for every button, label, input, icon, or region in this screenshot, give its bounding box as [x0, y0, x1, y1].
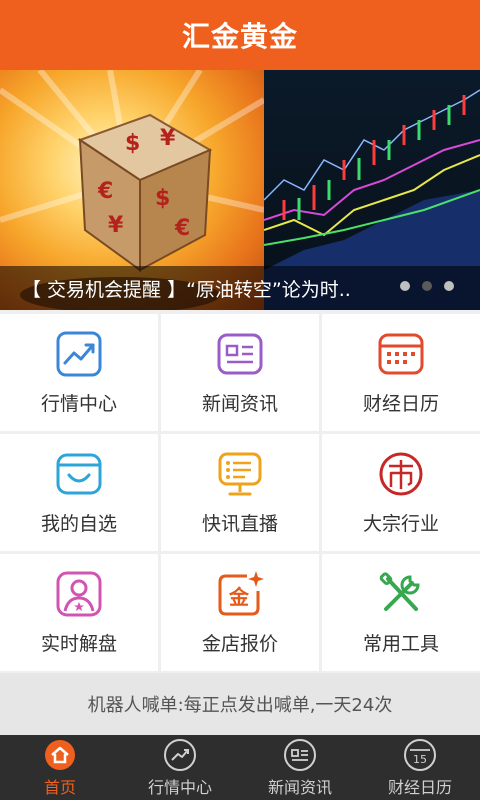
robot-signal-notice[interactable]: 机器人喊单:每正点发出喊单,一天24次: [0, 673, 480, 735]
gold-store-icon: 金: [218, 571, 264, 616]
grid-item-gold-store-price[interactable]: 金 金店报价: [161, 554, 319, 671]
grid-item-flash-news[interactable]: 快讯直播: [161, 434, 319, 551]
grid-item-my-watchlist[interactable]: 我的自选: [0, 434, 158, 551]
calendar-icon: [378, 333, 424, 375]
tab-label: 首页: [43, 777, 76, 797]
banner-caption-text[interactable]: 【 交易机会提醒 】“原油转空”论为时...: [0, 275, 352, 302]
grid-item-label: 新闻资讯: [201, 393, 278, 415]
bottom-tab-bar: 首页 行情中心 新闻资讯 15 财经日历: [0, 735, 480, 800]
grid-item-label: 常用工具: [362, 633, 439, 655]
tab-market-center[interactable]: 行情中心: [120, 735, 240, 800]
grid-item-live-analysis[interactable]: 实时解盘: [0, 554, 158, 671]
svg-text:$: $: [125, 131, 140, 156]
grid-item-market-center[interactable]: 行情中心: [0, 314, 158, 431]
tab-home[interactable]: 首页: [0, 735, 120, 800]
svg-text:¥: ¥: [108, 213, 124, 238]
carousel-dots: [400, 281, 454, 291]
tab-label: 行情中心: [147, 777, 212, 797]
app-header: 汇金黄金: [0, 0, 480, 70]
carousel-dot[interactable]: [400, 281, 410, 291]
grid-item-label: 财经日历: [362, 393, 439, 415]
grid-item-tools[interactable]: 常用工具: [322, 554, 480, 671]
app-title: 汇金黄金: [181, 20, 298, 53]
notice-text: 机器人喊单:每正点发出喊单,一天24次: [87, 695, 393, 716]
trend-chart-icon: [56, 331, 102, 377]
feature-grid: 行情中心 新闻资讯 财经日历 我的自选 快讯直播 大宗行业 实时解盘 金 金店报…: [0, 314, 480, 672]
tab-finance-calendar[interactable]: 15 财经日历: [360, 735, 480, 800]
carousel-dot-active[interactable]: [422, 281, 432, 291]
grid-item-label: 大宗行业: [362, 513, 439, 535]
tab-label: 财经日历: [387, 777, 452, 797]
grid-item-label: 实时解盘: [40, 633, 117, 655]
grid-item-label: 金店报价: [201, 633, 278, 655]
svg-text:€: €: [174, 216, 190, 241]
basket-icon: [56, 453, 102, 495]
calendar-15-icon: 15: [404, 738, 436, 771]
svg-text:€: €: [97, 179, 113, 204]
news-icon: [217, 333, 263, 375]
grid-item-calendar[interactable]: 财经日历: [322, 314, 480, 431]
grid-item-news[interactable]: 新闻资讯: [161, 314, 319, 431]
broadcast-icon: [218, 452, 262, 496]
grid-item-label: 快讯直播: [201, 513, 278, 535]
tools-icon: [379, 572, 420, 611]
banner-carousel[interactable]: € ¥ $ € $ ¥ 【 交易机会提醒 】“原油转空”论为时...: [0, 70, 480, 310]
carousel-dot[interactable]: [444, 281, 454, 291]
calendar-badge: 15: [413, 753, 427, 766]
svg-text:¥: ¥: [160, 126, 176, 151]
grid-item-label: 行情中心: [40, 393, 117, 415]
analyst-icon: [56, 571, 102, 617]
grid-item-commodities[interactable]: 大宗行业: [322, 434, 480, 551]
svg-text:$: $: [155, 186, 170, 211]
svg-text:金: 金: [228, 585, 250, 609]
tab-news[interactable]: 新闻资讯: [240, 735, 360, 800]
news-icon: [284, 738, 316, 771]
market-seal-icon: [379, 452, 423, 496]
banner-caption-bar: 【 交易机会提醒 】“原油转空”论为时...: [0, 266, 480, 310]
grid-item-label: 我的自选: [40, 513, 117, 535]
trend-icon: [164, 738, 196, 771]
tab-label: 新闻资讯: [267, 777, 332, 797]
home-icon: [45, 739, 75, 770]
